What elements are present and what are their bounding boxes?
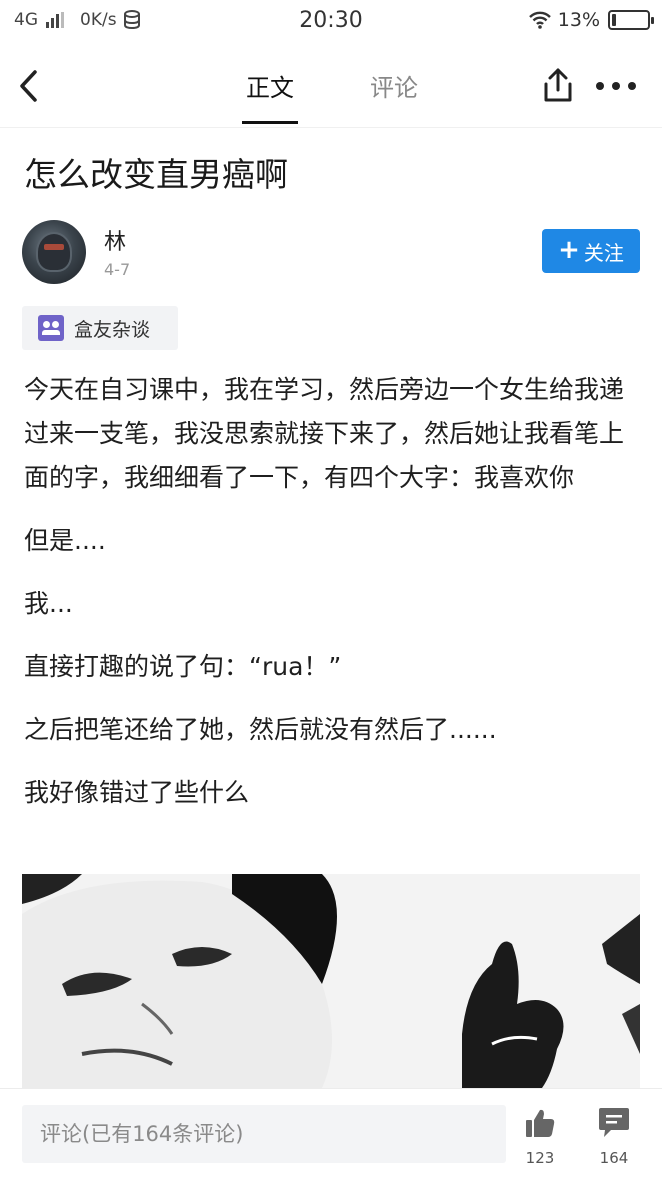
- plus-icon: +: [558, 235, 580, 265]
- paragraph: 之后把笔还给了她，然后就没有然后了......: [24, 715, 497, 744]
- bottom-bar: 评论(已有164条评论) 123 164: [0, 1088, 662, 1178]
- battery-icon: [608, 10, 654, 30]
- like-button[interactable]: 123: [512, 1107, 568, 1167]
- group-icon: [38, 315, 64, 341]
- thumbs-up-icon: [526, 1109, 555, 1137]
- more-icon[interactable]: [596, 78, 640, 94]
- avatar[interactable]: [22, 220, 86, 284]
- status-bar: 4G 0K/s 20:30 13%: [0, 0, 662, 44]
- tab-comments[interactable]: 评论: [364, 68, 424, 126]
- top-nav: 正文 评论: [0, 44, 662, 128]
- meme-image[interactable]: [22, 874, 640, 1088]
- paragraph: 今天在自习课中，我在学习，然后旁边一个女生给我递过来一支笔，我没思索就接下来了，…: [24, 375, 625, 492]
- paragraph: 我好像错过了些什么: [24, 778, 250, 807]
- follow-button[interactable]: + 关注: [542, 229, 640, 273]
- paragraph: 但是....: [24, 526, 106, 555]
- share-icon[interactable]: [540, 66, 576, 106]
- comment-count: 164: [599, 1149, 629, 1167]
- topic-tag[interactable]: 盒友杂谈: [22, 306, 178, 350]
- article-title: 怎么改变直男癌啊: [24, 155, 288, 194]
- comment-input[interactable]: 评论(已有164条评论): [22, 1105, 506, 1163]
- follow-label: 关注: [583, 240, 624, 265]
- like-count: 123: [525, 1149, 555, 1167]
- wifi-icon: [528, 11, 551, 29]
- comments-button[interactable]: 164: [586, 1107, 642, 1167]
- back-icon[interactable]: [14, 66, 44, 106]
- post-date: 4-7: [104, 260, 131, 279]
- battery-percent: 13%: [557, 9, 600, 31]
- battery-level: [612, 14, 616, 26]
- comment-icon: [599, 1108, 629, 1137]
- topic-tag-label: 盒友杂谈: [74, 318, 151, 341]
- paragraph: 直接打趣的说了句：“rua！”: [24, 652, 342, 681]
- article-body: 今天在自习课中，我在学习，然后旁边一个女生给我递过来一支笔，我没思索就接下来了，…: [24, 368, 644, 834]
- tab-article[interactable]: 正文: [240, 68, 300, 126]
- paragraph: 我...: [24, 589, 73, 618]
- status-right: 13%: [528, 9, 654, 31]
- author-name[interactable]: 林: [104, 224, 126, 256]
